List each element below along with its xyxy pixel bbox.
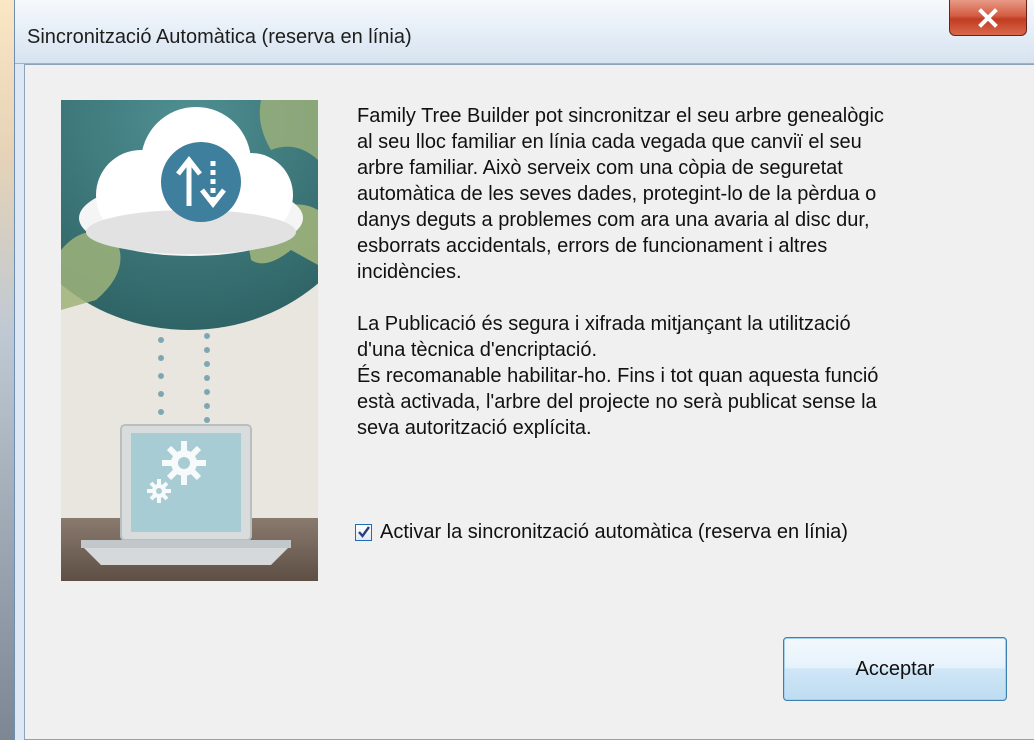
sync-arrows-icon (161, 142, 241, 222)
accept-button[interactable]: Acceptar (783, 637, 1007, 701)
window-title: Sincronització Automàtica (reserva en lí… (27, 26, 412, 48)
description-text: Family Tree Builder pot sincronitzar el … (357, 103, 1007, 441)
auto-sync-option[interactable]: Activar la sincronització automàtica (re… (355, 519, 848, 545)
desktop-background (0, 0, 14, 740)
title-bar[interactable]: Sincronització Automàtica (reserva en lí… (15, 0, 1034, 64)
sync-illustration (61, 100, 318, 581)
checkmark-icon (358, 525, 370, 538)
paragraph-sync-info: Family Tree Builder pot sincronitzar el … (357, 105, 884, 283)
auto-sync-checkbox[interactable] (355, 523, 372, 541)
close-button[interactable] (949, 0, 1027, 36)
dialog-content: Family Tree Builder pot sincronitzar el … (24, 64, 1034, 740)
close-icon (978, 8, 998, 28)
auto-sync-label[interactable]: Activar la sincronització automàtica (re… (380, 521, 848, 544)
paragraph-security-info: La Publicació és segura i xifrada mitjan… (357, 313, 879, 439)
dialog-window: Sincronització Automàtica (reserva en lí… (14, 0, 1034, 740)
